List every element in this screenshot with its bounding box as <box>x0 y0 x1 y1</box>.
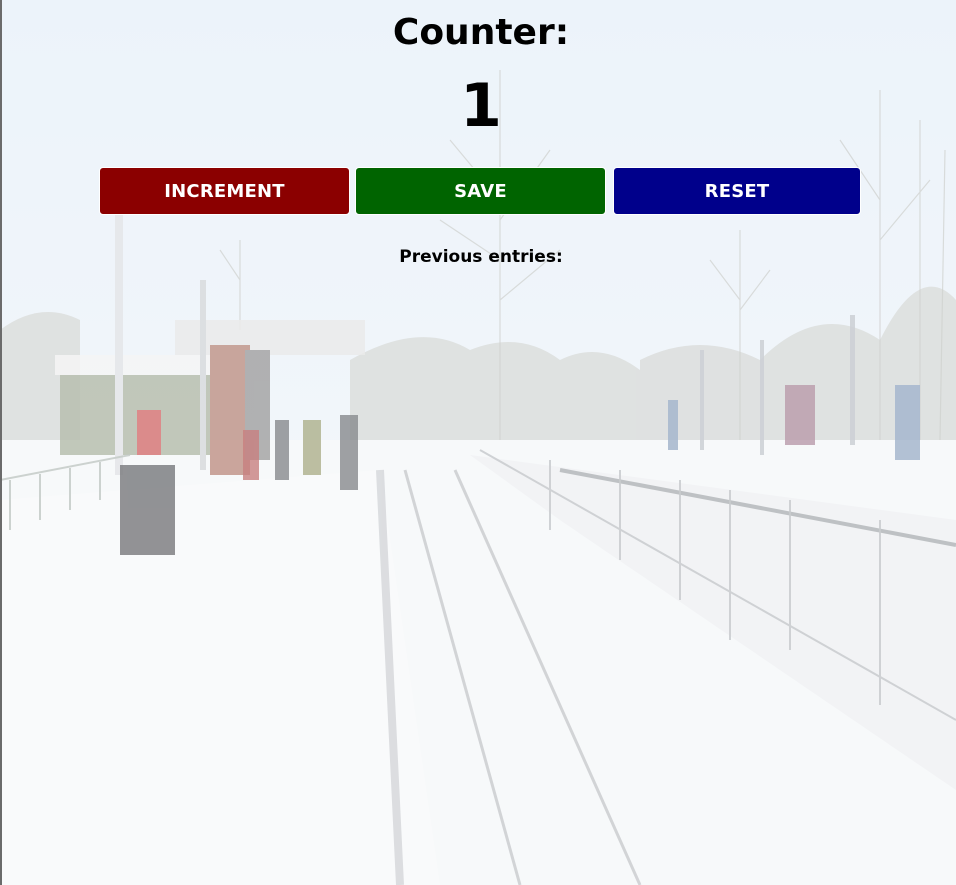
increment-button[interactable]: INCREMENT <box>99 167 350 215</box>
previous-entries-label: Previous entries: <box>399 247 563 267</box>
counter-app: Counter: 1 INCREMENT SAVE RESET Previous… <box>0 0 956 885</box>
main-content: Counter: 1 INCREMENT SAVE RESET Previous… <box>0 0 956 885</box>
save-button[interactable]: SAVE <box>355 167 606 215</box>
window-left-border <box>0 0 2 885</box>
counter-title: Counter: <box>392 12 570 53</box>
counter-value: 1 <box>460 71 502 141</box>
reset-button[interactable]: RESET <box>613 167 861 215</box>
